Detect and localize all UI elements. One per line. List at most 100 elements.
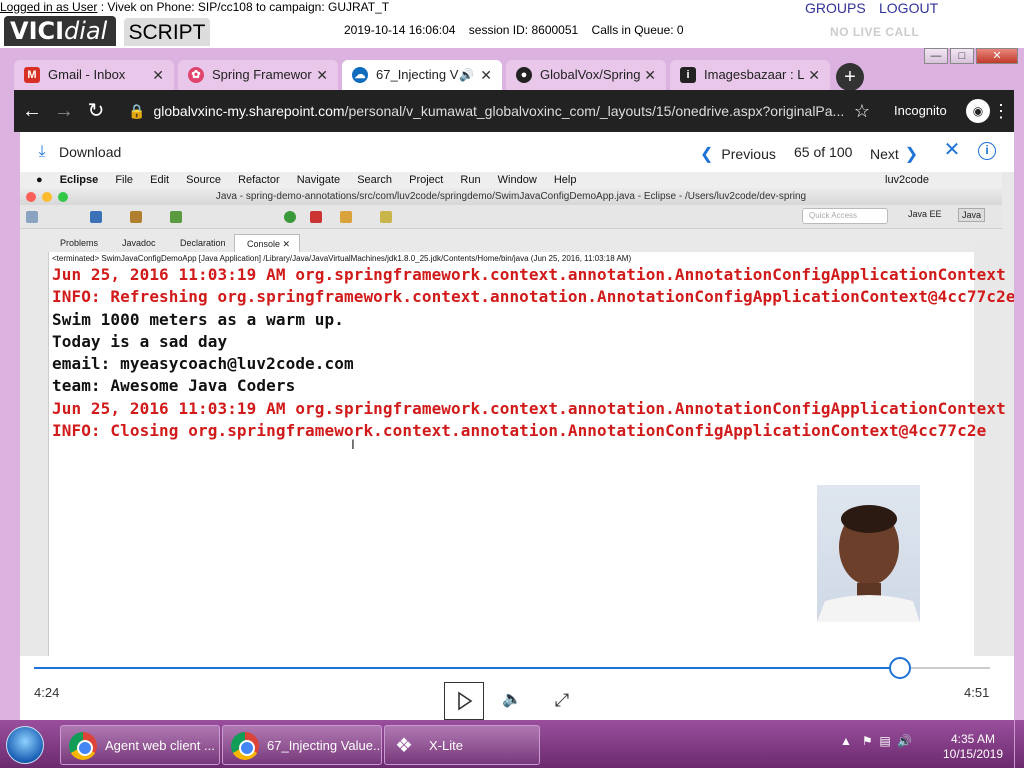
- next-label: Next: [870, 146, 899, 162]
- package-icon: [130, 211, 142, 223]
- chevron-right-icon: ❯: [904, 146, 919, 163]
- menu-window: Window: [497, 174, 537, 186]
- chrome-menu-icon[interactable]: ⋮: [992, 99, 1010, 123]
- new-icon: [26, 211, 38, 223]
- taskbar-item-video[interactable]: 67_Injecting Value...: [222, 725, 382, 765]
- previous-label: Previous: [721, 146, 776, 162]
- tab-close-icon[interactable]: ✕: [316, 60, 328, 90]
- groups-link[interactable]: GROUPS: [805, 0, 866, 16]
- script-tab[interactable]: SCRIPT: [124, 18, 210, 46]
- tab-close-icon[interactable]: ✕: [808, 60, 820, 90]
- bookmark-star-icon[interactable]: ☆: [850, 99, 874, 123]
- seek-progress: [34, 667, 901, 669]
- incognito-icon[interactable]: ◉: [966, 99, 990, 123]
- spring-icon: ✿: [188, 67, 204, 83]
- play-icon: [458, 691, 473, 711]
- taskbar-item-agent[interactable]: Agent web client ...: [60, 725, 220, 765]
- eclipse-left-trim: [20, 234, 48, 656]
- info-icon[interactable]: i: [978, 142, 996, 160]
- tab-close-icon[interactable]: ✕: [644, 60, 656, 90]
- next-button[interactable]: Next ❯: [870, 144, 918, 164]
- forward-arrow-icon[interactable]: →: [52, 99, 76, 123]
- tab-label: Spring Framework: [212, 67, 312, 82]
- tab-declaration: Declaration: [180, 238, 226, 248]
- download-button[interactable]: Download: [59, 144, 121, 160]
- xlite-icon: ❖: [395, 735, 413, 757]
- start-button[interactable]: [6, 726, 44, 764]
- show-desktop-button[interactable]: [1014, 720, 1024, 768]
- seek-handle[interactable]: [889, 657, 912, 679]
- presenter-avatar: [817, 505, 920, 622]
- perspective-java: Java: [958, 208, 986, 222]
- speaker-icon[interactable]: 🔊: [897, 734, 912, 748]
- github-icon: ●: [516, 67, 532, 83]
- tab-close-icon[interactable]: ✕: [480, 60, 492, 90]
- no-live-call-indicator: NO LIVE CALL: [830, 25, 920, 39]
- menu-navigate: Navigate: [296, 174, 341, 186]
- tray-expand-icon[interactable]: ▲: [840, 734, 852, 748]
- console-line: INFO: Refreshing org.springframework.con…: [52, 287, 1014, 306]
- taskbar-label: X-Lite: [429, 738, 463, 753]
- logged-in-link[interactable]: Logged in as User: [0, 0, 97, 14]
- total-time: 4:51: [964, 685, 990, 700]
- item-counter: 65 of 100: [794, 144, 853, 160]
- tab-label: 67_Injecting V: [376, 67, 459, 82]
- tab-github[interactable]: ● GlobalVox/SpringB ✕: [506, 60, 666, 90]
- video-frame[interactable]: ● Eclipse File Edit Source Refactor Navi…: [20, 172, 1014, 656]
- save-icon: [90, 211, 102, 223]
- menu-edit: Edit: [150, 174, 170, 186]
- reload-icon[interactable]: ↻: [84, 99, 108, 123]
- mac-user: luv2code: [885, 174, 930, 186]
- network-icon[interactable]: ▤: [879, 734, 890, 748]
- open-type-icon: [340, 211, 352, 223]
- console-tab-label: Console: [247, 239, 281, 249]
- chrome-window: — □ ✕ M Gmail - Inbox ✕ ✿ Spring Framewo…: [0, 48, 1024, 720]
- tab-spring[interactable]: ✿ Spring Framework ✕: [178, 60, 338, 90]
- perspective-java-ee: Java EE: [908, 209, 942, 219]
- omnibox[interactable]: 🔒 globalvxinc-my.sharepoint.com/personal/…: [128, 90, 844, 132]
- eclipse-view-tabs: Problems Javadoc Declaration Console ✕: [48, 234, 974, 252]
- action-center-flag-icon[interactable]: ⚑: [862, 734, 873, 748]
- imagesbazaar-icon: i: [680, 67, 696, 83]
- console-close-icon: ✕: [282, 239, 291, 249]
- url-path: /personal/v_kumawat_globalvoxinc_com/_la…: [344, 103, 845, 119]
- volume-icon[interactable]: 🔈: [500, 688, 524, 712]
- previous-button[interactable]: ❮ Previous: [700, 144, 776, 164]
- tab-problems: Problems: [60, 238, 99, 248]
- system-clock[interactable]: 4:35 AM 10/15/2019: [940, 732, 1006, 762]
- console-line: Swim 1000 meters as a warm up.: [52, 310, 344, 329]
- console-line: team: Awesome Java Coders: [52, 376, 296, 395]
- menu-project: Project: [409, 174, 444, 186]
- search-tool-icon: [380, 211, 392, 223]
- current-time: 4:24: [34, 685, 60, 700]
- apple-icon: ●: [36, 174, 43, 186]
- new-tab-button[interactable]: +: [836, 63, 864, 91]
- run-icon: [284, 211, 296, 223]
- tab-label: Gmail - Inbox: [48, 67, 126, 82]
- address-toolbar: ← → ↻ 🔒 globalvxinc-my.sharepoint.com/per…: [14, 90, 1014, 132]
- mac-close-dot: [26, 192, 36, 202]
- eclipse-title: Java - spring-demo-annotations/src/com/l…: [20, 188, 1002, 205]
- fullscreen-icon[interactable]: ⤢: [550, 688, 574, 712]
- logout-link[interactable]: LOGOUT: [879, 0, 938, 16]
- session-meta: 2019-10-14 16:06:04 session ID: 8600051 …: [344, 23, 684, 37]
- menu-file: File: [115, 174, 134, 186]
- tab-onedrive-video[interactable]: ☁ 67_Injecting V 🔊 ✕: [342, 60, 502, 90]
- media-viewer: ⤓ Download ❮ Previous 65 of 100 Next ❯ ✕ i…: [20, 132, 1014, 720]
- audio-playing-icon[interactable]: 🔊: [459, 60, 474, 90]
- quick-access-field: Quick Access: [802, 208, 888, 224]
- tab-gmail[interactable]: M Gmail - Inbox ✕: [14, 60, 174, 90]
- seek-bar[interactable]: [34, 667, 990, 669]
- close-icon[interactable]: ✕: [942, 140, 962, 160]
- play-button[interactable]: [444, 682, 484, 720]
- taskbar-item-xlite[interactable]: ❖ X-Lite: [384, 725, 540, 765]
- vicidial-header: Logged in as User : Vivek on Phone: SIP/…: [0, 0, 1024, 48]
- download-icon[interactable]: ⤓: [34, 143, 50, 161]
- session-datetime: 2019-10-14 16:06:04: [344, 23, 456, 37]
- back-arrow-icon[interactable]: ←: [20, 99, 44, 123]
- tab-imagesbazaar[interactable]: i Imagesbazaar : La ✕: [670, 60, 830, 90]
- chrome-icon: [231, 732, 259, 760]
- onedrive-icon: ☁: [352, 67, 368, 83]
- windows-taskbar: Agent web client ... 67_Injecting Value.…: [0, 720, 1024, 768]
- tab-close-icon[interactable]: ✕: [152, 60, 164, 90]
